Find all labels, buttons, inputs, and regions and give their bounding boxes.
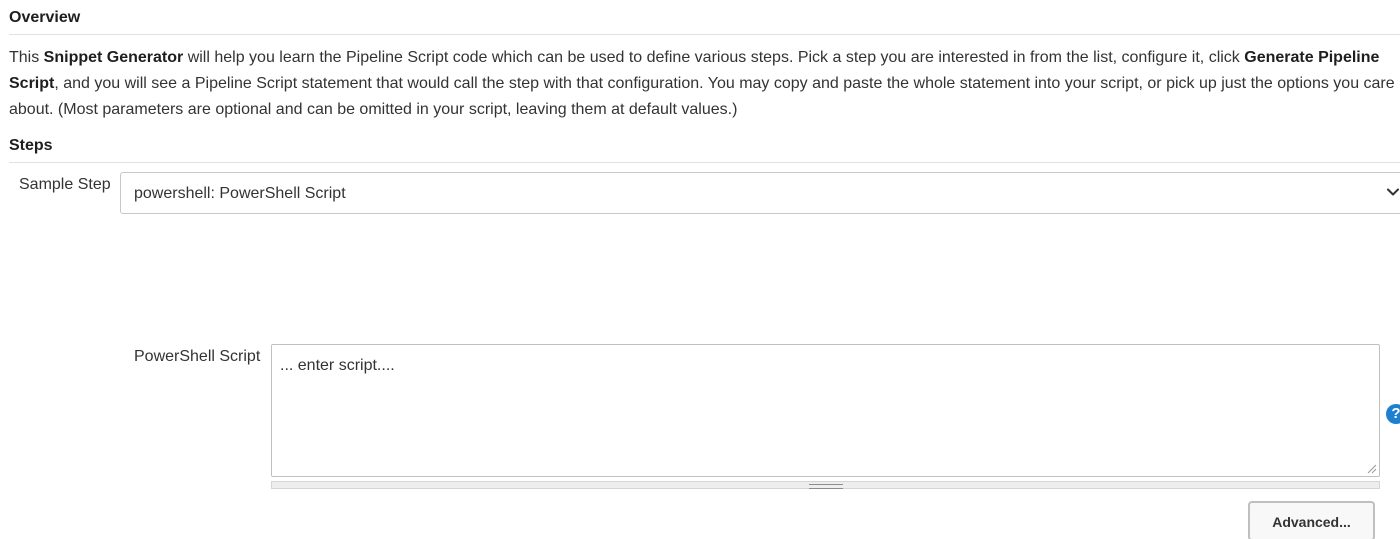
chevron-down-icon (1387, 188, 1399, 196)
overview-text-part: will help you learn the Pipeline Script … (183, 49, 1245, 66)
powershell-script-textarea[interactable]: ... enter script.... (271, 344, 1380, 477)
textarea-expander-handle[interactable] (271, 481, 1380, 489)
help-icon[interactable]: ? (1386, 404, 1400, 424)
advanced-button[interactable]: Advanced... (1248, 501, 1375, 539)
overview-header: Overview (9, 8, 1400, 35)
snippet-generator-bold: Snippet Generator (43, 49, 184, 66)
overview-text-part: , and you will see a Pipeline Script sta… (9, 75, 1395, 118)
resize-grip-icon[interactable] (1366, 463, 1377, 474)
sample-step-selected-value: powershell: PowerShell Script (134, 185, 346, 202)
script-placeholder: ... enter script.... (280, 357, 395, 374)
grip-lines-icon (809, 484, 843, 489)
steps-header: Steps (9, 136, 1400, 163)
sample-step-select[interactable]: powershell: PowerShell Script (120, 172, 1400, 214)
powershell-script-label: PowerShell Script (134, 348, 261, 365)
snippet-generator-page: Overview This Snippet Generator will hel… (0, 0, 1400, 539)
sample-step-label: Sample Step (19, 176, 111, 193)
overview-text-part: This (9, 49, 44, 66)
overview-description: This Snippet Generator will help you lea… (9, 45, 1400, 123)
